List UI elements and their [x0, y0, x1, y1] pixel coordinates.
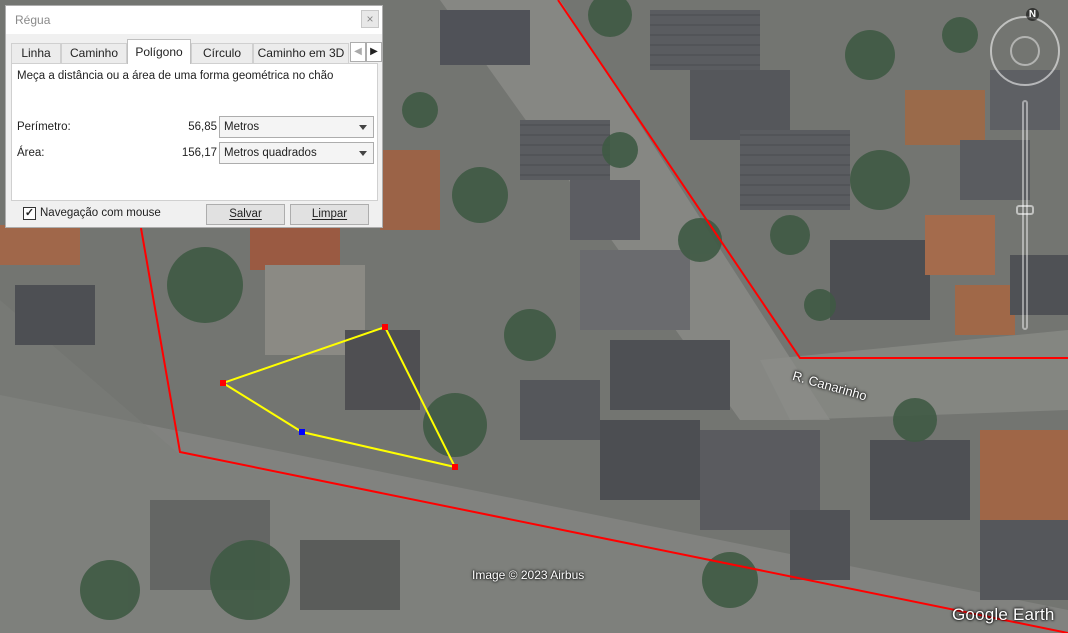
tab-caminho[interactable]: Caminho: [61, 43, 127, 63]
area-unit-value: Metros quadrados: [224, 147, 317, 159]
tab-caminho-3d[interactable]: Caminho em 3D: [253, 43, 349, 63]
mouse-navigation-label[interactable]: Navegação com mouse: [40, 207, 161, 219]
area-label: Área:: [17, 147, 45, 159]
instruction-text: Meça a distância ou a área de uma forma …: [17, 70, 334, 82]
tab-poligono[interactable]: Polígono: [127, 39, 191, 64]
tab-strip: Linha Caminho Polígono Círculo Caminho e…: [11, 39, 382, 64]
look-joystick[interactable]: [1010, 36, 1040, 66]
polygon-vertex: [382, 324, 388, 330]
area-unit-select[interactable]: Metros quadrados: [219, 142, 374, 164]
tab-circulo[interactable]: Círculo: [191, 43, 253, 63]
polygon-vertex-active: [299, 429, 305, 435]
imagery-copyright: Image © 2023 Airbus: [472, 568, 585, 582]
polygon-panel: Meça a distância ou a área de uma forma …: [11, 63, 378, 201]
polygon-vertex: [452, 464, 458, 470]
perimeter-unit-select[interactable]: Metros: [219, 116, 374, 138]
north-indicator[interactable]: N: [1026, 8, 1039, 21]
clear-button[interactable]: Limpar: [290, 204, 369, 225]
tab-scroll-left-button[interactable]: ◀: [350, 42, 366, 62]
perimeter-label: Perímetro:: [17, 121, 71, 133]
dialog-title: Régua: [15, 13, 51, 27]
tab-scroll-right-button[interactable]: ▶: [366, 42, 382, 62]
perimeter-value: 56,85: [188, 121, 217, 133]
tab-linha[interactable]: Linha: [11, 43, 61, 63]
chevron-down-icon: [359, 125, 367, 130]
polygon-vertex: [220, 380, 226, 386]
close-button[interactable]: ×: [361, 10, 379, 28]
dialog-titlebar[interactable]: Régua ×: [6, 6, 382, 34]
area-value: 156,17: [181, 147, 217, 159]
save-button[interactable]: Salvar: [206, 204, 285, 225]
chevron-down-icon: [359, 151, 367, 156]
mouse-navigation-checkbox[interactable]: ✓: [23, 207, 36, 220]
zoom-slider-knob[interactable]: [1016, 205, 1034, 215]
ruler-dialog: Régua × Linha Caminho Polígono Círculo C…: [5, 5, 383, 228]
zoom-slider[interactable]: [1022, 100, 1028, 330]
google-earth-logo: Google Earth: [952, 605, 1055, 624]
perimeter-unit-value: Metros: [224, 121, 260, 133]
